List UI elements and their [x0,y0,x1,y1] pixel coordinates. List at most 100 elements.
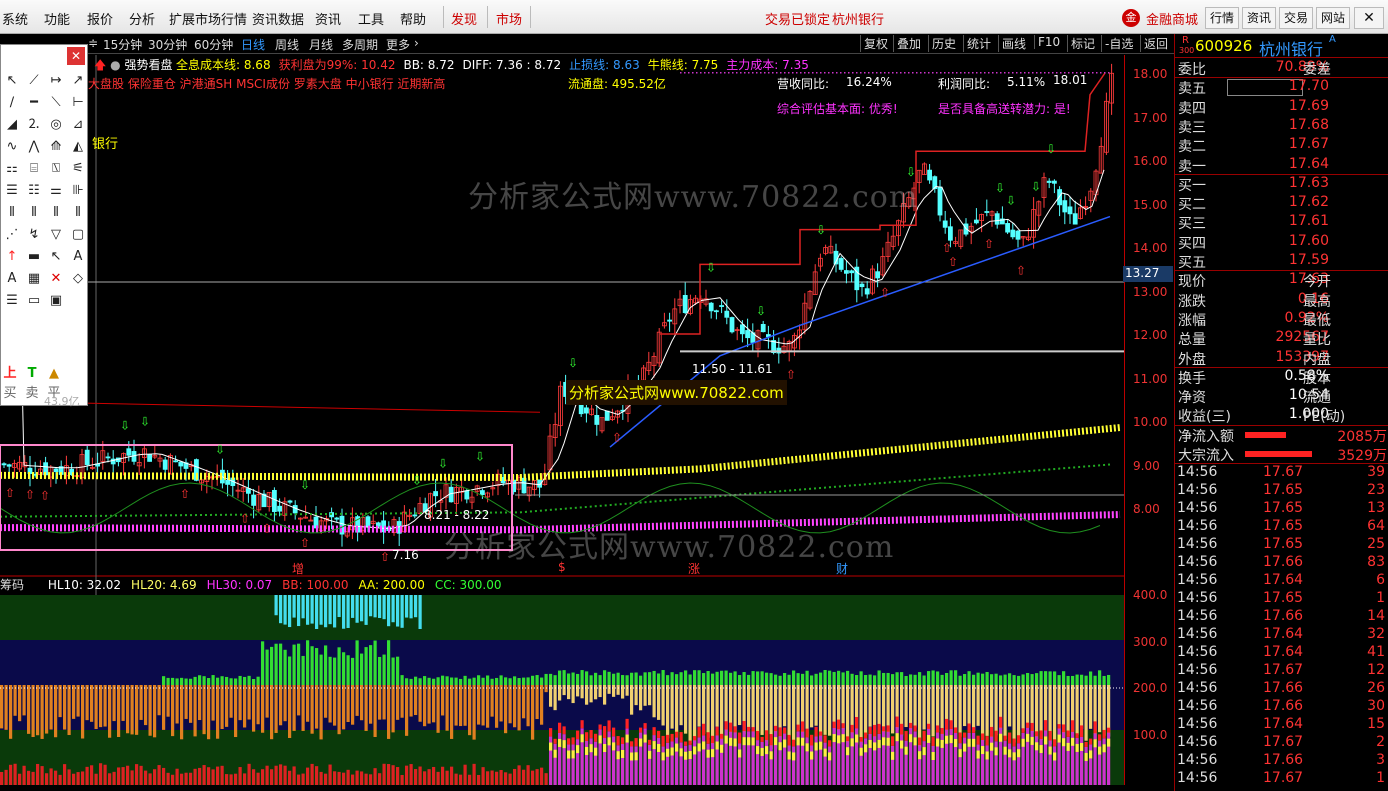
draw-tool-icon[interactable]: ↯ [25,226,43,244]
btn-back[interactable]: 返回 [1140,35,1171,52]
kline-chart[interactable]: ⇩ ⇩ ⇩ ⇩ ⇩ ⇩ ⇩ ⇩ ⇩ ⇩ ⇩ ⇩ ⇩ ⇩ ⇩ ⇩ ⇧ ⇧ ⇧ ⇧ ⇧ ⇧ ⇧ ⇧ ⇧ ⇧ ⇧ ⇧ ⇧ ⇧ ⇧ [0,55,1124,785]
period-60min[interactable]: 60分钟 [194,36,233,53]
draw-tool-icon[interactable]: ▬ [25,248,43,266]
sub-bar-yellow [1102,744,1106,753]
flat-mark-icon[interactable]: ▲ [45,365,63,383]
draw-tool-icon[interactable]: ⊢ [69,94,87,112]
sub-bar-yellow [1071,737,1075,746]
draw-tool-icon[interactable]: ⊿ [69,116,87,134]
info-button[interactable]: 资讯 [1242,7,1276,29]
draw-tool-icon[interactable]: ⚏ [3,160,21,178]
draw-tool-icon[interactable]: ⦀ [47,204,65,222]
period-daily[interactable]: 日线 [241,36,265,53]
draw-tool-icon[interactable]: ⚌ [47,182,65,200]
menu-analysis[interactable]: 分析 [129,9,155,28]
draw-tool-icon[interactable]: ⍂ [47,160,65,178]
website-button[interactable]: 网站 [1316,7,1350,29]
btn-fuquan[interactable]: 复权 [860,35,891,52]
draw-tool-icon[interactable]: ⦀ [25,204,43,222]
period-multi[interactable]: 多周期 [342,36,378,53]
draw-tool-icon[interactable]: ⦀ [69,204,87,222]
settings-icon[interactable]: ● [110,58,120,72]
draw-tool-icon[interactable]: ↖ [47,248,65,266]
draw-tool-icon[interactable]: ⒉ [25,116,43,134]
menu-help[interactable]: 帮助 [400,9,426,28]
draw-tool-icon[interactable]: ⟍ [47,94,65,112]
kline-canvas[interactable]: ⇩ ⇩⇩⇩ ⇩⇩ ⇩⇩⇩⇩⇩⇩⇩⇩⇩⇩⇧ ⇧ ⇧ ⇧⇧⇧⇧⇧⇧⇧⇧⇧⇧⇧⇧ [0,55,1124,785]
period-weekly[interactable]: 周线 [275,36,299,53]
menu-market[interactable]: 市场 [496,9,522,28]
btn-history[interactable]: 历史 [928,35,959,52]
draw-tool-icon[interactable]: ☰ [3,182,21,200]
sub-bar-green [445,676,449,685]
draw-tool-icon[interactable]: ☰ [3,292,21,310]
btn-stats[interactable]: 统计 [963,35,994,52]
sub-bar-green [297,643,301,685]
finance-mall-link[interactable]: 金融商城 [1146,9,1198,28]
btn-mark[interactable]: 标记 [1067,35,1098,52]
draw-tool-icon[interactable]: ◎ [47,116,65,134]
draw-tool-icon[interactable]: ⋰ [3,226,21,244]
menu-discover[interactable]: 发现 [451,9,477,28]
dot [896,72,898,74]
menu-system[interactable]: 系统 [2,9,28,28]
buy-mark-icon[interactable]: 上 [1,365,19,383]
draw-tool-icon[interactable]: ↑ [3,248,21,266]
btn-watchlist[interactable]: -自选 [1101,35,1136,52]
draw-tool-icon[interactable]: ⋀ [25,138,43,156]
draw-tool-icon[interactable]: ⊪ [69,182,87,200]
menu-news[interactable]: 资讯 [315,9,341,28]
sell-mark-icon[interactable]: T [23,365,41,383]
draw-tool-icon[interactable]: ⚟ [69,160,87,178]
draw-tool-icon[interactable]: ✕ [47,270,65,288]
draw-tool-icon[interactable]: ☷ [25,182,43,200]
draw-tool-icon[interactable]: ▭ [25,292,43,310]
sub-bar-orange [1084,685,1088,741]
quote-button[interactable]: 行情 [1205,7,1239,29]
draw-tool-icon[interactable]: ◭ [69,138,87,156]
sub-bar-green [648,672,652,685]
menu-ext-market[interactable]: 扩展市场行情 [169,9,247,28]
draw-tool-icon[interactable]: ∕ [3,94,21,112]
menu-tools[interactable]: 工具 [358,9,384,28]
draw-tool-icon[interactable]: ━ [25,94,43,112]
draw-tool-icon[interactable]: ↖ [3,72,21,90]
draw-tool-icon[interactable]: ⟰ [47,138,65,156]
close-icon[interactable]: ✕ [1354,7,1384,29]
menu-info-data[interactable]: 资讯数据 [252,9,304,28]
draw-tool-icon[interactable]: ⌸ [25,160,43,178]
sub-bar-green [558,670,562,685]
draw-tool-icon[interactable]: ◢ [3,116,21,134]
draw-tool-icon[interactable]: ▣ [47,292,65,310]
period-monthly[interactable]: 月线 [309,36,333,53]
draw-tool-icon[interactable]: ∿ [3,138,21,156]
period-more[interactable]: 更多 [386,36,410,53]
btn-f10[interactable]: F10 [1034,35,1063,49]
menu-function[interactable]: 功能 [44,9,70,28]
draw-tool-icon[interactable]: ◇ [69,270,87,288]
draw-tool-icon[interactable]: ⟋ [25,72,43,90]
draw-tool-icon[interactable]: A [3,270,21,288]
btn-draw[interactable]: 画线 [998,35,1029,52]
draw-tool-icon[interactable]: ⦀ [3,204,21,222]
btn-overlay[interactable]: 叠加 [893,35,924,52]
period-30min[interactable]: 30分钟 [148,36,187,53]
draw-tool-icon[interactable]: ↦ [47,72,65,90]
chevron-right-icon[interactable]: › [414,36,419,50]
trade-button[interactable]: 交易 [1279,7,1313,29]
tick-row: 14:56 17.66 14 [1175,608,1388,626]
sub-bar-red [576,730,580,740]
sub-bar-orange [459,685,463,727]
toolbox-sell[interactable]: 卖 [23,385,41,403]
dot [860,72,862,74]
draw-tool-icon[interactable]: ↗ [69,72,87,90]
menu-quote[interactable]: 报价 [87,9,113,28]
period-15min[interactable]: 15分钟 [103,36,142,53]
toolbox-close-icon[interactable]: ✕ [67,47,85,65]
draw-tool-icon[interactable]: ▽ [47,226,65,244]
draw-tool-icon[interactable]: A [69,248,87,266]
draw-tool-icon[interactable]: ▦ [25,270,43,288]
toolbox-buy[interactable]: 买 [1,385,19,403]
draw-tool-icon[interactable]: ▢ [69,226,87,244]
sub-bar-magenta [54,770,58,785]
